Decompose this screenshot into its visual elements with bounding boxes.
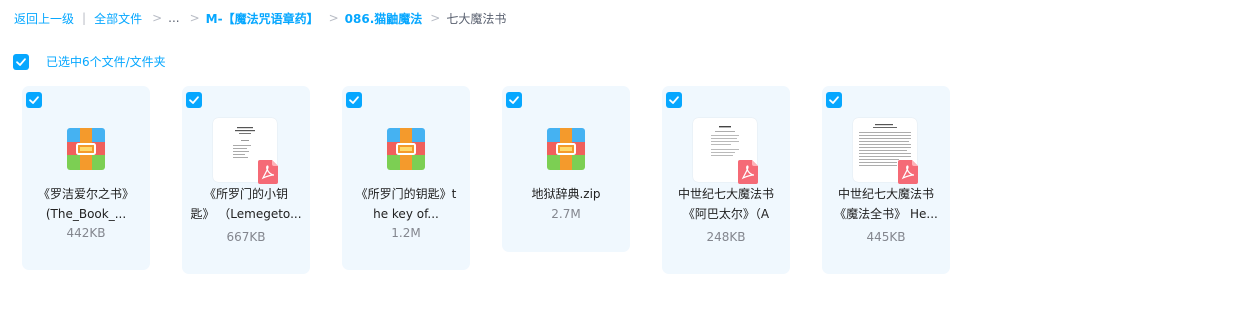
file-checkbox[interactable] xyxy=(346,92,362,108)
file-checkbox[interactable] xyxy=(186,92,202,108)
back-link[interactable]: 返回上一级 xyxy=(14,10,74,27)
file-size: 442KB xyxy=(66,226,106,240)
check-icon xyxy=(669,96,679,104)
file-name[interactable]: 《罗洁爱尔之书》 (The_Book_... xyxy=(28,184,144,224)
file-size: 2.7M xyxy=(551,207,581,221)
pdf-icon xyxy=(258,160,278,184)
file-name[interactable]: 中世纪七大魔法书 《魔法全书》 He... xyxy=(828,184,944,224)
breadcrumb-folder-mongoose-magic[interactable]: 086.猫鼬魔法 xyxy=(345,10,423,27)
file-name[interactable]: 地狱辞典.zip xyxy=(508,184,624,204)
file-checkbox[interactable] xyxy=(826,92,842,108)
selection-bar: 已选中6个文件/文件夹 xyxy=(13,53,166,70)
archive-icon xyxy=(374,118,438,182)
breadcrumb-current-folder: 七大魔法书 xyxy=(446,11,507,26)
selection-count-label: 已选中6个文件/文件夹 xyxy=(46,55,166,69)
check-icon xyxy=(349,96,359,104)
pdf-thumbnail xyxy=(213,118,278,184)
file-size: 1.2M xyxy=(391,226,421,240)
file-card[interactable]: 地狱辞典.zip 2.7M xyxy=(502,86,630,252)
pdf-icon xyxy=(738,160,758,184)
pdf-thumbnail xyxy=(693,118,758,184)
check-icon xyxy=(509,96,519,104)
archive-icon xyxy=(534,118,598,182)
file-card[interactable]: 《罗洁爱尔之书》 (The_Book_... 442KB xyxy=(22,86,150,270)
check-icon xyxy=(29,96,39,104)
select-all-checkbox[interactable] xyxy=(13,53,29,70)
archive-icon xyxy=(54,118,118,182)
file-card[interactable]: 中世纪七大魔法书 《阿巴太尔》（A 248KB xyxy=(662,86,790,274)
file-name[interactable]: 中世纪七大魔法书 《阿巴太尔》（A xyxy=(668,184,784,224)
file-checkbox[interactable] xyxy=(506,92,522,108)
breadcrumb-separator-icon: > xyxy=(189,11,200,25)
breadcrumb-ellipsis[interactable]: ... xyxy=(168,11,179,25)
file-size: 248KB xyxy=(706,230,746,244)
file-card[interactable]: 《所罗门的钥匙》t he key of... 1.2M xyxy=(342,86,470,270)
breadcrumb-all-files[interactable]: 全部文件 xyxy=(94,10,142,27)
check-icon xyxy=(829,96,839,104)
breadcrumb-separator-icon: > xyxy=(328,11,339,25)
file-checkbox[interactable] xyxy=(26,92,42,108)
file-checkbox[interactable] xyxy=(666,92,682,108)
file-name[interactable]: 《所罗门的钥匙》t he key of... xyxy=(348,184,464,224)
breadcrumb-folder-magic-spells[interactable]: M-【魔法咒语章药】 xyxy=(206,10,319,27)
pdf-thumbnail xyxy=(853,118,918,184)
breadcrumb-divider: | xyxy=(82,11,87,25)
breadcrumb-separator-icon: > xyxy=(430,11,441,25)
check-icon xyxy=(189,96,199,104)
file-card[interactable]: 《所罗门的小钥 匙》 （Lemegeto... 667KB xyxy=(182,86,310,274)
file-name[interactable]: 《所罗门的小钥 匙》 （Lemegeto... xyxy=(188,184,304,224)
pdf-icon xyxy=(898,160,918,184)
file-size: 667KB xyxy=(226,230,266,244)
check-icon xyxy=(16,57,26,66)
file-size: 445KB xyxy=(866,230,906,244)
file-card[interactable]: 中世纪七大魔法书 《魔法全书》 He... 445KB xyxy=(822,86,950,274)
breadcrumb: 返回上一级 | 全部文件 > ... > M-【魔法咒语章药】 > 086.猫鼬… xyxy=(14,10,506,26)
breadcrumb-separator-icon: > xyxy=(152,11,163,25)
